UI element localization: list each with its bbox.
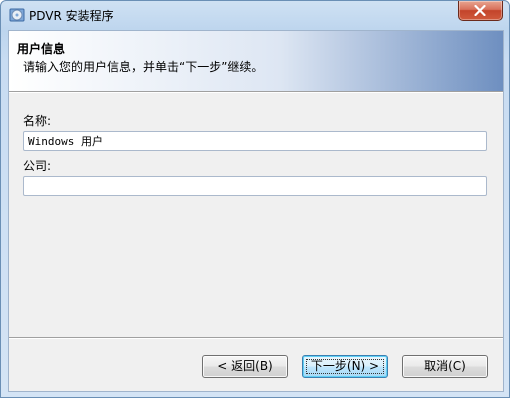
close-button[interactable] xyxy=(458,1,503,21)
next-button[interactable]: 下一步(N) > xyxy=(302,355,388,378)
cancel-button[interactable]: 取消(C) xyxy=(402,355,488,378)
focus-rectangle xyxy=(306,359,384,374)
close-icon xyxy=(474,5,486,16)
header-banner: 用户信息 请输入您的用户信息，并单击“下一步”继续。 xyxy=(9,31,503,91)
installer-window: PDVR 安装程序 用户信息 请输入您的用户信息，并单击“下一步”继续。 名称:… xyxy=(0,0,510,398)
page-title: 用户信息 xyxy=(17,42,66,56)
name-label: 名称: xyxy=(23,114,52,128)
header-divider xyxy=(9,91,503,93)
footer-divider xyxy=(9,337,503,339)
page-subtitle: 请输入您的用户信息，并单击“下一步”继续。 xyxy=(23,60,264,74)
company-label: 公司: xyxy=(23,159,52,173)
name-field[interactable]: Windows 用户 xyxy=(23,131,487,151)
title-bar[interactable]: PDVR 安装程序 xyxy=(1,1,509,29)
back-button[interactable]: < 返回(B) xyxy=(202,355,288,378)
installer-cd-icon xyxy=(9,7,25,23)
company-field[interactable] xyxy=(23,176,487,196)
dialog-client-area: 用户信息 请输入您的用户信息，并单击“下一步”继续。 名称: Windows 用… xyxy=(8,30,504,392)
window-title: PDVR 安装程序 xyxy=(29,9,114,23)
